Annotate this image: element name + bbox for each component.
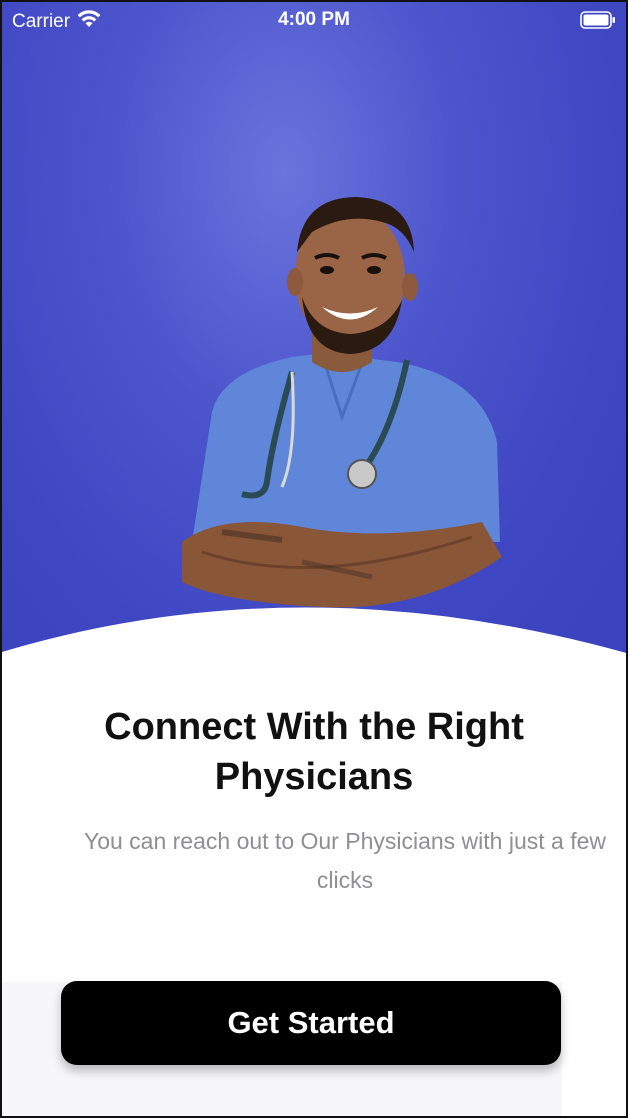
onboarding-content: Connect With the Right Physicians You ca… [2, 692, 626, 900]
onboarding-subtitle: You can reach out to Our Physicians with… [83, 828, 607, 893]
get-started-button[interactable]: Get Started [61, 981, 561, 1065]
doctor-photo [182, 197, 502, 608]
battery-icon [580, 11, 616, 29]
onboarding-title: Connect With the Right Physicians [104, 706, 524, 798]
app-screen: Carrier 4:00 PM Connect With the Right P… [0, 0, 628, 1118]
status-time: 4:00 PM [278, 9, 350, 30]
status-bar: Carrier 4:00 PM [2, 2, 626, 38]
